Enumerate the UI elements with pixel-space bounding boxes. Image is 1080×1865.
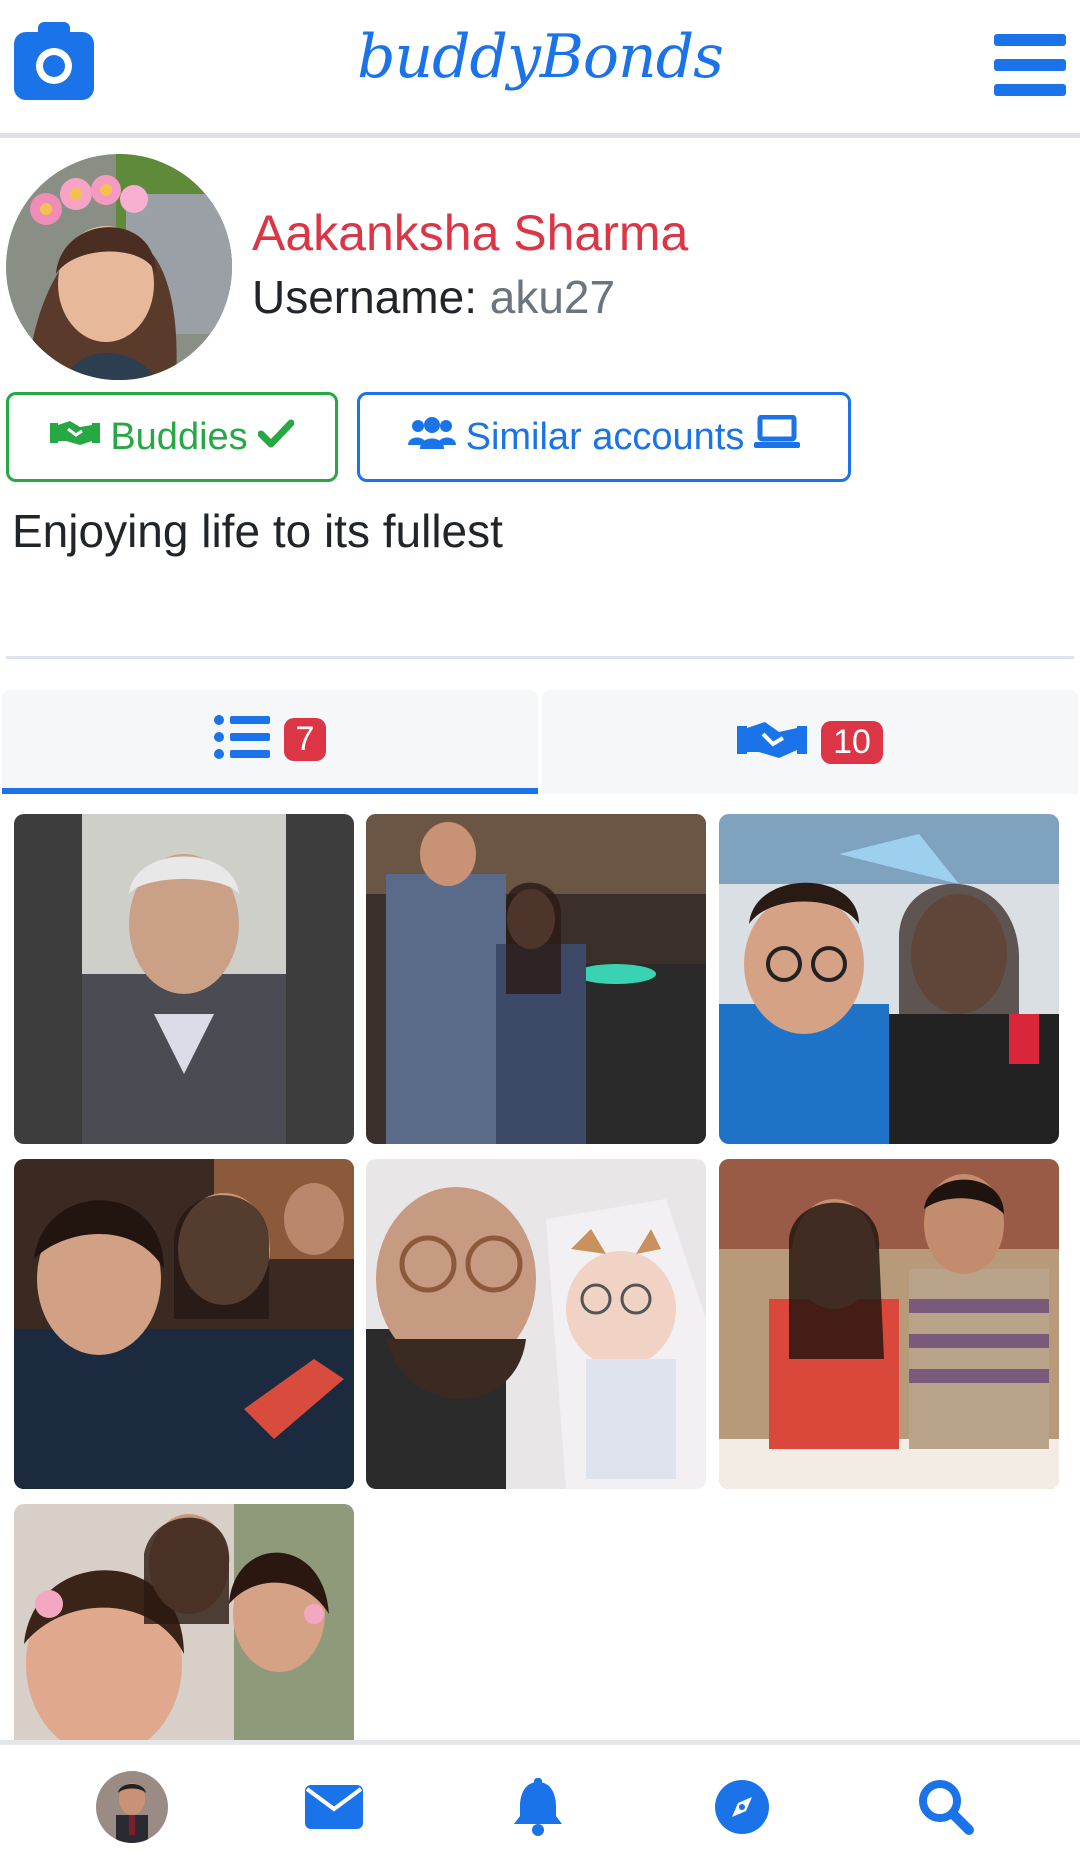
post-thumbnail[interactable] (719, 1159, 1059, 1489)
profile-avatar (96, 1771, 168, 1843)
post-thumbnail[interactable] (366, 1159, 706, 1489)
hamburger-menu-icon[interactable] (994, 34, 1066, 96)
post-thumbnail[interactable] (14, 1504, 354, 1740)
divider (6, 656, 1074, 659)
profile-name: Aakanksha Sharma (252, 205, 689, 261)
messages-icon[interactable] (294, 1767, 374, 1847)
brand-logo[interactable]: buddyBonds (0, 22, 1080, 92)
bottom-nav (0, 1740, 1080, 1865)
post-thumbnail[interactable] (14, 814, 354, 1144)
check-icon (257, 416, 295, 459)
similar-accounts-label: Similar accounts (465, 415, 745, 458)
handshake-icon (737, 718, 808, 766)
tab-posts[interactable]: 7 (2, 690, 538, 794)
tab-buddies[interactable]: 10 (542, 690, 1078, 794)
profile-username: Username: aku27 (252, 270, 615, 324)
post-thumbnail[interactable] (366, 814, 706, 1144)
explore-icon[interactable] (702, 1767, 782, 1847)
post-thumbnail[interactable] (719, 814, 1059, 1144)
posts-count-badge: 7 (283, 717, 327, 761)
similar-accounts-button[interactable]: Similar accounts (357, 392, 851, 482)
profile-avatar[interactable] (6, 154, 232, 380)
buddies-label: Buddies (110, 415, 248, 458)
top-bar: buddyBonds (0, 0, 1080, 138)
buddies-button[interactable]: Buddies (6, 392, 338, 482)
username-value: aku27 (489, 271, 616, 323)
post-thumbnail[interactable] (14, 1159, 354, 1489)
profile-bio: Enjoying life to its fullest (12, 505, 503, 557)
handshake-icon (50, 416, 101, 459)
notifications-icon[interactable] (498, 1767, 578, 1847)
search-icon[interactable] (906, 1767, 986, 1847)
laptop-icon (754, 414, 801, 459)
buddies-count-badge: 10 (821, 720, 883, 764)
users-icon (407, 416, 456, 459)
list-icon (213, 714, 270, 764)
nav-profile[interactable] (92, 1767, 172, 1847)
username-label: Username: (252, 271, 477, 323)
